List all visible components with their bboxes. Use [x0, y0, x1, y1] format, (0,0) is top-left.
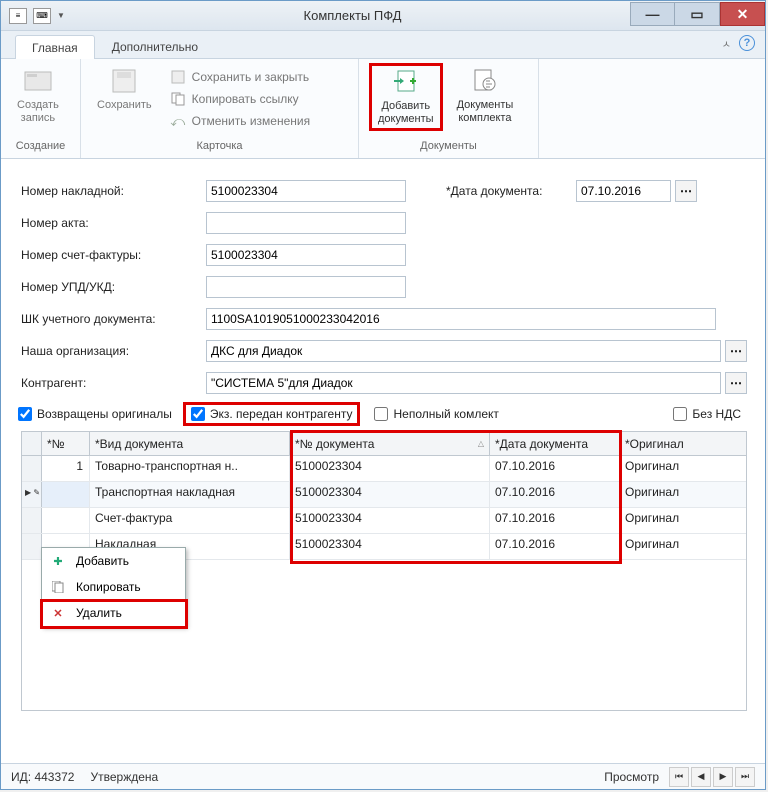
create-icon: [22, 67, 54, 95]
no-vat-checkbox[interactable]: [673, 407, 687, 421]
grid-col-selector[interactable]: [22, 432, 42, 455]
barcode-input[interactable]: [206, 308, 716, 330]
close-button[interactable]: ✕: [720, 2, 765, 26]
sf-no-label: Номер счет-фактуры:: [21, 248, 206, 262]
pager: ⏮ ◀ ▶ ⏭: [669, 767, 755, 787]
sent-to-cp-check[interactable]: Экз. передан контрагенту: [191, 407, 353, 421]
status-state: Утверждена: [90, 770, 158, 784]
doc-date-input[interactable]: [576, 180, 671, 202]
table-row[interactable]: ▶ ✎ Транспортная накладная 5100023304 07…: [22, 482, 746, 508]
barcode-label: ШК учетного документа:: [21, 312, 206, 326]
qat-icon-1[interactable]: ≡: [9, 8, 27, 24]
qat-icon-2[interactable]: ⌨: [33, 8, 51, 24]
upd-no-input[interactable]: [206, 276, 406, 298]
help-icon[interactable]: ?: [739, 35, 755, 51]
no-vat-check[interactable]: Без НДС: [673, 407, 741, 421]
incomplete-checkbox[interactable]: [374, 407, 388, 421]
grid-col-docno[interactable]: *№ документа△: [290, 432, 490, 455]
delete-icon: ✕: [50, 605, 66, 621]
set-docs-icon: [469, 67, 501, 95]
ctx-delete[interactable]: ✕ Удалить: [42, 600, 185, 626]
save-close-button[interactable]: Сохранить и закрыть: [166, 67, 314, 87]
qat-dropdown-icon[interactable]: ▼: [57, 11, 67, 20]
copy-icon: [50, 579, 66, 595]
tab-extra[interactable]: Дополнительно: [95, 34, 215, 58]
tab-main[interactable]: Главная: [15, 35, 95, 59]
save-icon: [108, 67, 140, 95]
act-no-label: Номер акта:: [21, 216, 206, 230]
row-edit-marker-icon: ▶ ✎: [25, 488, 40, 497]
statusbar: ИД: 443372 Утверждена Просмотр ⏮ ◀ ▶ ⏭: [1, 763, 765, 789]
ribbon: Создать запись Создание Сохранить Сохран…: [1, 59, 765, 159]
form-area: Номер накладной: *Дата документа: ⋯ Номе…: [1, 159, 765, 719]
create-entry-button[interactable]: Создать запись: [11, 63, 65, 129]
counterparty-lookup-button[interactable]: ⋯: [725, 372, 747, 394]
incomplete-check[interactable]: Неполный комлект: [374, 407, 498, 421]
window-title: Комплекты ПФД: [75, 8, 630, 23]
ribbon-tabstrip: Главная Дополнительно ㅅ ?: [1, 31, 765, 59]
pager-last-button[interactable]: ⏭: [735, 767, 755, 787]
undo-icon: ⤺: [170, 113, 186, 129]
pager-next-button[interactable]: ▶: [713, 767, 733, 787]
sent-to-cp-checkbox[interactable]: [191, 407, 205, 421]
status-id: ИД: 443372: [11, 770, 74, 784]
set-documents-button[interactable]: Документы комплекта: [451, 63, 520, 129]
ctx-add[interactable]: ✚ Добавить: [42, 548, 185, 574]
save-close-icon: [170, 69, 186, 85]
grid-col-type[interactable]: *Вид документа: [90, 432, 290, 455]
grid-col-date[interactable]: *Дата документа: [490, 432, 620, 455]
grid-col-no[interactable]: *№: [42, 432, 90, 455]
save-button[interactable]: Сохранить: [91, 63, 158, 116]
table-row[interactable]: Счет-фактура 5100023304 07.10.2016 Ориги…: [22, 508, 746, 534]
invoice-no-input[interactable]: [206, 180, 406, 202]
pager-first-button[interactable]: ⏮: [669, 767, 689, 787]
our-org-label: Наша организация:: [21, 344, 206, 358]
ctx-copy[interactable]: Копировать: [42, 574, 185, 600]
doc-date-label: *Дата документа:: [446, 184, 576, 198]
counterparty-input[interactable]: [206, 372, 721, 394]
titlebar: ≡ ⌨ ▼ Комплекты ПФД — ▭ ✕: [1, 1, 765, 31]
copy-link-icon: [170, 91, 186, 107]
undo-button[interactable]: ⤺ Отменить изменения: [166, 111, 314, 131]
minimize-button[interactable]: —: [630, 2, 675, 26]
act-no-input[interactable]: [206, 212, 406, 234]
collapse-ribbon-icon[interactable]: ㅅ: [722, 36, 731, 51]
our-org-input[interactable]: [206, 340, 721, 362]
status-mode: Просмотр: [604, 770, 659, 784]
grid-header: *№ *Вид документа *№ документа△ *Дата до…: [22, 432, 746, 456]
doc-date-picker-button[interactable]: ⋯: [675, 180, 697, 202]
sf-no-input[interactable]: [206, 244, 406, 266]
grid-col-orig[interactable]: *Оригинал: [620, 432, 742, 455]
invoice-no-label: Номер накладной:: [21, 184, 206, 198]
originals-returned-check[interactable]: Возвращены оригиналы: [18, 407, 172, 421]
counterparty-label: Контрагент:: [21, 376, 206, 390]
add-documents-button[interactable]: Добавить документы: [369, 63, 443, 131]
add-icon: ✚: [50, 553, 66, 569]
copy-link-button[interactable]: Копировать ссылку: [166, 89, 314, 109]
originals-returned-checkbox[interactable]: [18, 407, 32, 421]
table-row[interactable]: 1 Товарно-транспортная н.. 5100023304 07…: [22, 456, 746, 482]
add-doc-icon: [390, 68, 422, 96]
sort-asc-icon: △: [478, 439, 484, 448]
pager-prev-button[interactable]: ◀: [691, 767, 711, 787]
context-menu: ✚ Добавить Копировать ✕ Удалить: [41, 547, 186, 627]
upd-no-label: Номер УПД/УКД:: [21, 280, 206, 294]
our-org-lookup-button[interactable]: ⋯: [725, 340, 747, 362]
maximize-button[interactable]: ▭: [675, 2, 720, 26]
